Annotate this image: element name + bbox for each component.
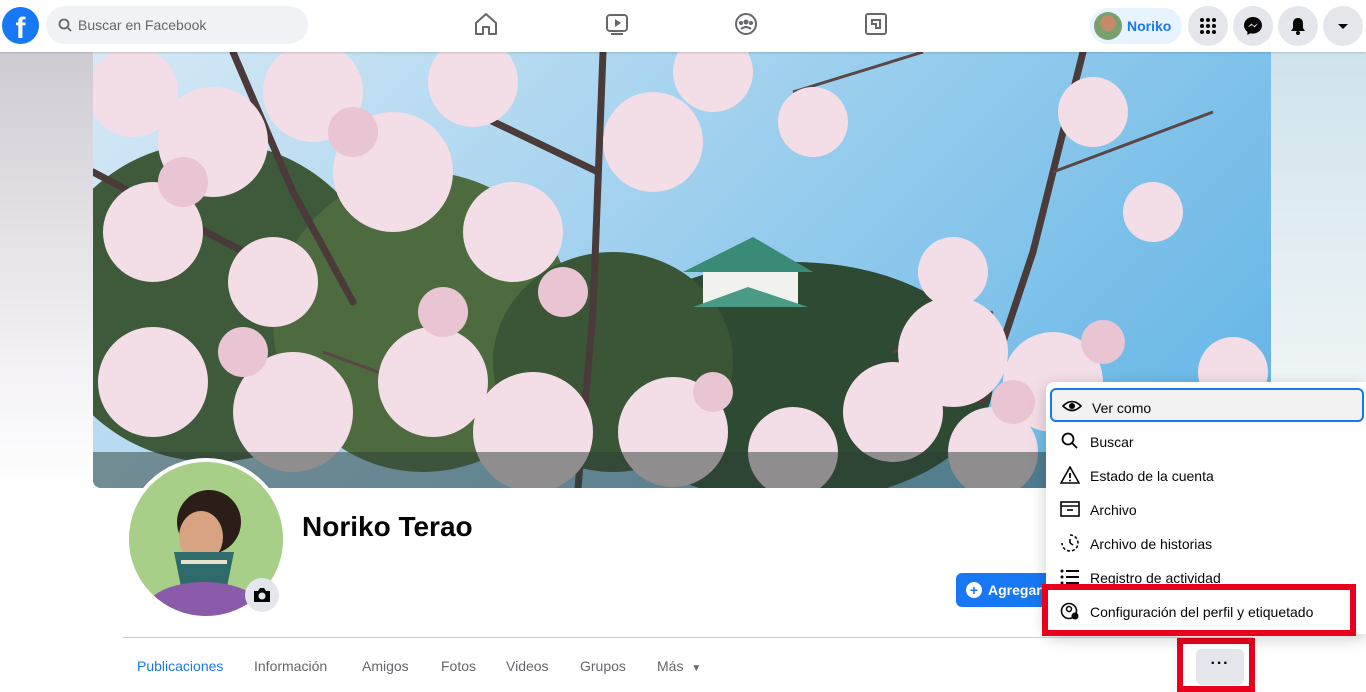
update-profile-picture-button[interactable] bbox=[245, 578, 279, 612]
profile-name: Noriko Terao bbox=[302, 511, 473, 542]
tab-grupos[interactable]: Grupos bbox=[580, 646, 626, 686]
menu-item-label: Archivo de historias bbox=[1090, 536, 1213, 552]
profile-shortcut-name: Noriko bbox=[1127, 18, 1172, 34]
menu-item-label: Archivo bbox=[1090, 502, 1137, 518]
menu-item-buscar[interactable]: Buscar bbox=[1050, 424, 1364, 458]
top-navigation-bar: f Noriko bbox=[0, 0, 1366, 52]
account-menu-button[interactable] bbox=[1323, 6, 1363, 46]
archive-icon bbox=[1060, 501, 1080, 517]
avatar bbox=[1094, 12, 1122, 40]
gaming-icon[interactable] bbox=[862, 10, 890, 38]
facebook-logo-icon[interactable]: f bbox=[2, 7, 39, 44]
divider bbox=[123, 637, 1253, 638]
profile-shortcut[interactable]: Noriko bbox=[1090, 8, 1182, 44]
bell-icon bbox=[1291, 18, 1305, 35]
tab-informacion[interactable]: Información bbox=[254, 646, 327, 686]
plus-icon: + bbox=[966, 582, 982, 598]
search-icon bbox=[58, 18, 72, 32]
tab-publicaciones[interactable]: Publicaciones bbox=[137, 646, 223, 686]
messenger-icon bbox=[1244, 17, 1262, 35]
add-button-label: Agregar bbox=[988, 582, 1042, 598]
messenger-button[interactable] bbox=[1233, 6, 1273, 46]
menu-item-archivo-historias[interactable]: Archivo de historias bbox=[1050, 526, 1364, 560]
tab-mas-label: Más bbox=[657, 658, 684, 674]
menu-item-archivo[interactable]: Archivo bbox=[1050, 492, 1364, 526]
menu-grid-button[interactable] bbox=[1188, 6, 1228, 46]
page-background-left bbox=[0, 52, 93, 492]
groups-icon[interactable] bbox=[732, 10, 760, 38]
tab-mas[interactable]: Más ▼ bbox=[657, 646, 701, 686]
warning-icon bbox=[1060, 466, 1080, 484]
tab-fotos[interactable]: Fotos bbox=[441, 646, 476, 686]
add-to-story-button[interactable]: + Agregar bbox=[956, 573, 1056, 607]
grid-icon bbox=[1200, 18, 1216, 34]
camera-icon bbox=[254, 588, 270, 602]
caret-down-icon bbox=[1338, 24, 1348, 29]
caret-down-icon: ▼ bbox=[691, 663, 702, 674]
tab-amigos[interactable]: Amigos bbox=[362, 646, 409, 686]
menu-item-label: Estado de la cuenta bbox=[1090, 468, 1214, 484]
menu-item-estado-cuenta[interactable]: Estado de la cuenta bbox=[1050, 458, 1364, 492]
search-icon bbox=[1061, 432, 1078, 449]
menu-item-label: Ver como bbox=[1092, 400, 1152, 416]
home-icon[interactable] bbox=[472, 10, 500, 38]
search-box[interactable] bbox=[46, 6, 308, 44]
menu-item-ver-como[interactable]: Ver como bbox=[1050, 388, 1364, 422]
menu-item-label: Buscar bbox=[1090, 434, 1134, 450]
highlight-box-menu-item bbox=[1042, 584, 1356, 636]
watch-video-icon[interactable] bbox=[603, 10, 631, 38]
search-input[interactable] bbox=[78, 6, 298, 44]
notifications-button[interactable] bbox=[1278, 6, 1318, 46]
highlight-box-more-button bbox=[1177, 638, 1255, 692]
history-icon bbox=[1061, 534, 1079, 552]
eye-icon bbox=[1062, 400, 1082, 412]
tab-videos[interactable]: Videos bbox=[506, 646, 549, 686]
